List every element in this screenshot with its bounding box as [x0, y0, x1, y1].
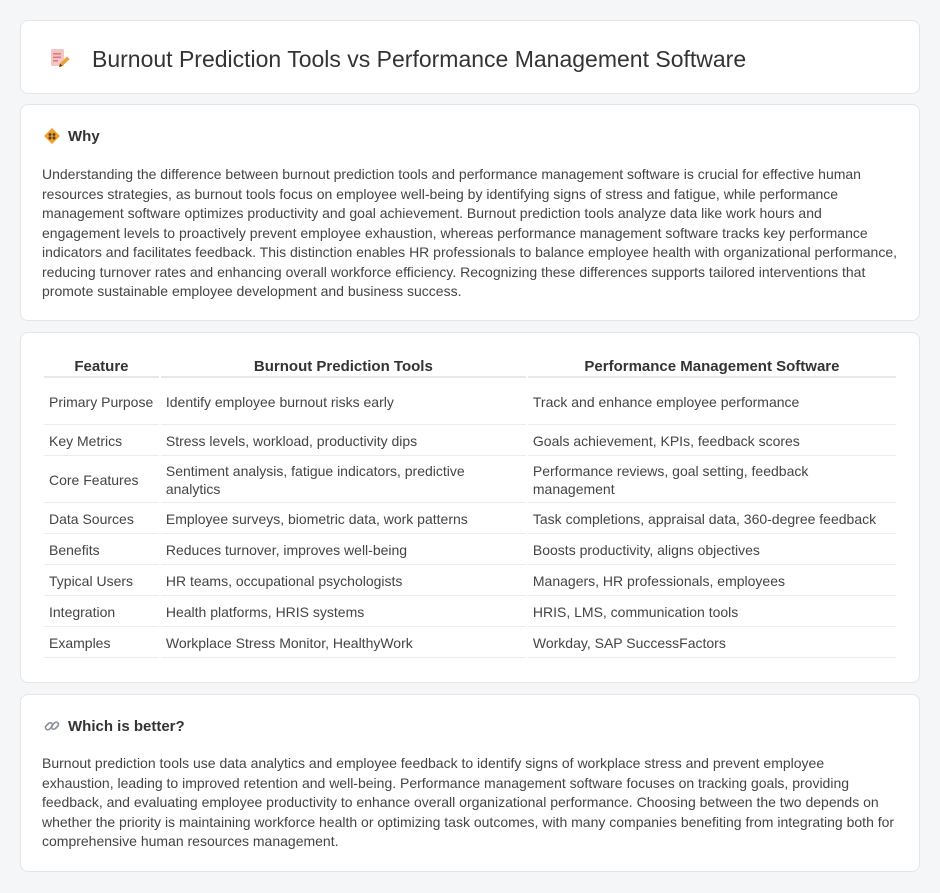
- why-heading: Why: [68, 127, 100, 145]
- feature-cell: Core Features: [44, 458, 159, 503]
- which-heading-row: Which is better?: [43, 717, 185, 735]
- performance-cell: Managers, HR professionals, employees: [527, 567, 896, 596]
- page-title: Burnout Prediction Tools vs Performance …: [92, 46, 747, 72]
- why-body: Understanding the difference between bur…: [42, 166, 898, 299]
- table-row: Integration Health platforms, HRIS syste…: [44, 598, 896, 627]
- performance-cell: Workday, SAP SuccessFactors: [527, 629, 896, 658]
- feature-cell: Integration: [44, 598, 159, 627]
- burnout-cell: Reduces turnover, improves well-being: [160, 536, 526, 565]
- feature-cell: Primary Purpose: [44, 380, 159, 425]
- which-heading: Which is better?: [68, 717, 185, 735]
- table-row: Primary Purpose Identify employee burnou…: [44, 380, 896, 425]
- header-burnout-tools: Burnout Prediction Tools: [160, 356, 526, 378]
- which-body: Burnout prediction tools use data analyt…: [42, 755, 895, 849]
- comparison-table-card: Feature Burnout Prediction Tools Perform…: [20, 332, 920, 683]
- table-row: Core Features Sentiment analysis, fatigu…: [44, 458, 896, 503]
- performance-cell: Task completions, appraisal data, 360-de…: [527, 505, 896, 534]
- performance-cell: Performance reviews, goal setting, feedb…: [527, 458, 896, 503]
- burnout-cell: HR teams, occupational psychologists: [160, 567, 526, 596]
- header-feature: Feature: [44, 356, 159, 378]
- table-row: Data Sources Employee surveys, biometric…: [44, 505, 896, 534]
- feature-cell: Data Sources: [44, 505, 159, 534]
- table-row: Typical Users HR teams, occupational psy…: [44, 567, 896, 596]
- performance-cell: HRIS, LMS, communication tools: [527, 598, 896, 627]
- diamond-people-icon: [44, 128, 60, 144]
- performance-cell: Track and enhance employee performance: [527, 380, 896, 425]
- burnout-cell: Stress levels, workload, productivity di…: [160, 427, 526, 456]
- performance-cell: Goals achievement, KPIs, feedback scores: [527, 427, 896, 456]
- feature-cell: Key Metrics: [44, 427, 159, 456]
- burnout-cell: Identify employee burnout risks early: [160, 380, 526, 425]
- burnout-cell: Health platforms, HRIS systems: [160, 598, 526, 627]
- why-section: Why Understanding the difference between…: [20, 104, 920, 321]
- burnout-cell: Sentiment analysis, fatigue indicators, …: [160, 458, 526, 503]
- why-heading-row: Why: [43, 127, 100, 145]
- performance-cell: Boosts productivity, aligns objectives: [527, 536, 896, 565]
- table-row: Key Metrics Stress levels, workload, pro…: [44, 427, 896, 456]
- feature-cell: Examples: [44, 629, 159, 658]
- table-row: Benefits Reduces turnover, improves well…: [44, 536, 896, 565]
- document-pencil-icon: [51, 49, 70, 67]
- which-section: Which is better? Burnout prediction tool…: [20, 694, 920, 872]
- comparison-table: Feature Burnout Prediction Tools Perform…: [42, 354, 898, 660]
- burnout-cell: Workplace Stress Monitor, HealthyWork: [160, 629, 526, 658]
- table-row: Examples Workplace Stress Monitor, Healt…: [44, 629, 896, 658]
- burnout-cell: Employee surveys, biometric data, work p…: [160, 505, 526, 534]
- header-performance-software: Performance Management Software: [527, 356, 896, 378]
- header-card: Burnout Prediction Tools vs Performance …: [20, 20, 920, 94]
- table-header-row: Feature Burnout Prediction Tools Perform…: [44, 356, 896, 378]
- feature-cell: Typical Users: [44, 567, 159, 596]
- feature-cell: Benefits: [44, 536, 159, 565]
- link-icon: [44, 721, 60, 731]
